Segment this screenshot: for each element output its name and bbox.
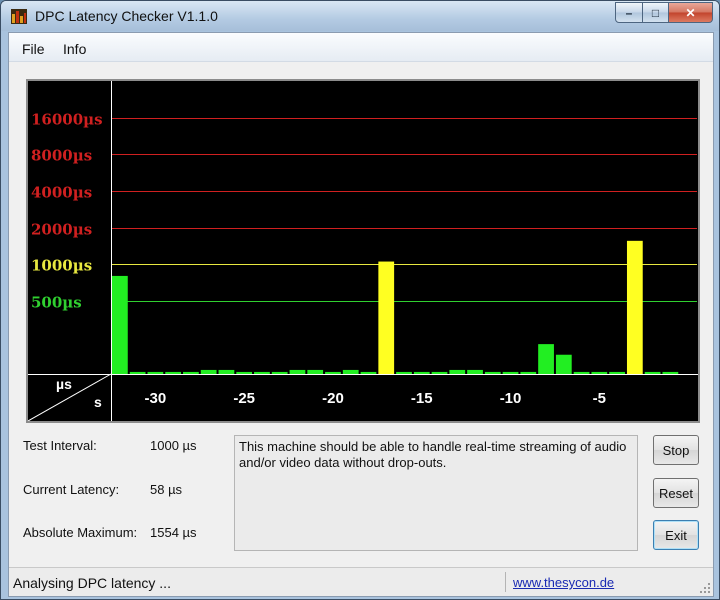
- status-bar: Analysing DPC latency ... www.thesycon.d…: [9, 567, 713, 596]
- client-area: File Info 16000µs 8000µs 4000µs 2000µs 1000µ…: [8, 32, 714, 597]
- latency-bar: [609, 371, 625, 374]
- reset-button-label: Reset: [659, 485, 693, 501]
- app-window: DPC Latency Checker V1.1.0 – □ ✕ File In…: [0, 0, 720, 600]
- latency-bar: [662, 371, 679, 374]
- close-icon: ✕: [685, 5, 696, 20]
- latency-bar: [200, 369, 217, 374]
- latency-bar: [165, 371, 182, 374]
- test-interval-label: Test Interval:: [23, 438, 97, 453]
- latency-bar: [271, 371, 288, 374]
- exit-button-label: Exit: [665, 527, 687, 543]
- app-icon: [11, 9, 27, 24]
- latency-bar: [218, 369, 235, 374]
- latency-bar: [307, 369, 324, 374]
- maximize-button[interactable]: □: [643, 2, 669, 23]
- title-bar[interactable]: DPC Latency Checker V1.1.0 – □ ✕: [1, 1, 719, 31]
- latency-bar: [325, 371, 341, 374]
- x-tick-label: -30: [145, 390, 167, 407]
- latency-bar: [591, 371, 608, 374]
- latency-bar: [378, 261, 395, 374]
- x-tick-label: -25: [233, 390, 255, 407]
- latency-bar: [112, 275, 128, 374]
- exit-button[interactable]: Exit: [653, 520, 699, 550]
- latency-bar: [626, 240, 643, 374]
- latency-bar: [236, 371, 253, 374]
- latency-bar: [644, 371, 661, 374]
- x-tick-label: -15: [411, 390, 433, 407]
- stop-button-label: Stop: [662, 442, 690, 458]
- window-title: DPC Latency Checker V1.1.0: [35, 8, 218, 24]
- test-interval-value: 1000 µs: [150, 438, 197, 453]
- y-tick-label: 16000µs: [31, 111, 103, 129]
- latency-bar: [484, 371, 501, 374]
- latency-chart-svg: 16000µs 8000µs 4000µs 2000µs 1000µs 500µs µs s -…: [28, 81, 698, 421]
- maximize-icon: □: [651, 5, 660, 20]
- latency-bar: [147, 371, 164, 374]
- current-latency-label: Current Latency:: [23, 482, 120, 497]
- minimize-icon: –: [625, 5, 633, 20]
- minimize-button[interactable]: –: [615, 2, 643, 23]
- x-tick-label: -5: [593, 390, 606, 407]
- latency-bar: [289, 369, 306, 374]
- latency-bar: [431, 371, 448, 374]
- close-button[interactable]: ✕: [669, 2, 713, 23]
- y-tick-label: 500µs: [31, 294, 82, 312]
- stop-button[interactable]: Stop: [653, 435, 699, 465]
- website-link[interactable]: www.thesycon.de: [513, 575, 614, 590]
- latency-bar: [502, 371, 519, 374]
- latency-bar: [449, 369, 466, 374]
- status-separator: [505, 572, 506, 592]
- latency-bar: [254, 371, 270, 374]
- latency-bar: [183, 371, 199, 374]
- latency-bar: [573, 371, 590, 374]
- x-tick-label: -10: [500, 390, 522, 407]
- latency-bar: [129, 371, 146, 374]
- reset-button[interactable]: Reset: [653, 478, 699, 508]
- latency-bar: [538, 344, 554, 374]
- status-message-box: This machine should be able to handle re…: [234, 435, 638, 551]
- menu-bar: File Info: [9, 33, 713, 62]
- latency-bar: [467, 369, 483, 374]
- latency-bar: [360, 371, 377, 374]
- latency-bar: [413, 371, 430, 374]
- status-text: Analysing DPC latency ...: [13, 575, 171, 591]
- y-tick-label: 8000µs: [31, 147, 92, 165]
- y-tick-label: 4000µs: [31, 184, 92, 202]
- x-axis-unit-label: s: [94, 394, 102, 410]
- y-tick-label: 1000µs: [31, 257, 92, 275]
- menu-file[interactable]: File: [22, 41, 45, 57]
- current-latency-value: 58 µs: [150, 482, 183, 497]
- status-message: This machine should be able to handle re…: [239, 439, 627, 470]
- latency-bar: [342, 369, 359, 374]
- resize-grip-icon[interactable]: [699, 582, 711, 594]
- latency-bar: [520, 371, 537, 374]
- y-axis-unit-label: µs: [56, 376, 72, 392]
- y-tick-label: 2000µs: [31, 221, 92, 239]
- absolute-maximum-value: 1554 µs: [150, 525, 197, 540]
- latency-bar: [555, 354, 572, 374]
- x-tick-label: -20: [322, 390, 344, 407]
- window-controls: – □ ✕: [615, 2, 713, 23]
- menu-info[interactable]: Info: [63, 41, 86, 57]
- latency-bar: [396, 371, 412, 374]
- latency-chart: 16000µs 8000µs 4000µs 2000µs 1000µs 500µs µs s -…: [26, 79, 700, 423]
- absolute-maximum-label: Absolute Maximum:: [23, 525, 138, 540]
